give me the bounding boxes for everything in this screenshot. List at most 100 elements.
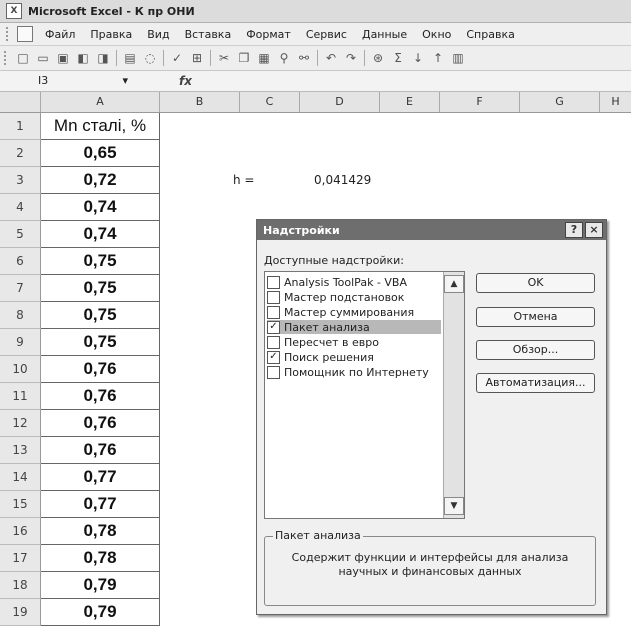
checkbox[interactable] <box>267 335 280 349</box>
column-header-h[interactable]: H <box>600 92 631 112</box>
cell-a[interactable]: 0,75 <box>41 248 160 275</box>
scroll-down-icon[interactable]: ▼ <box>444 497 464 515</box>
row-header[interactable]: 11 <box>0 383 41 410</box>
row-header[interactable]: 1 <box>0 113 41 140</box>
list-item[interactable]: ✓ Поиск решения <box>267 350 441 364</box>
cell-a[interactable]: 0,78 <box>41 518 160 545</box>
permission-icon[interactable]: ◧ <box>75 50 91 66</box>
menu-window[interactable]: Окно <box>422 28 451 41</box>
name-box[interactable]: I3 ▾ <box>38 73 134 89</box>
cell-h-value[interactable]: 0,041429 <box>314 173 371 187</box>
menu-format[interactable]: Формат <box>246 28 291 41</box>
close-button[interactable]: × <box>585 222 603 238</box>
cell-a[interactable]: 0,72 <box>41 167 160 194</box>
function-icon[interactable]: fx <box>179 74 192 88</box>
copy-icon[interactable]: ❐ <box>236 50 252 66</box>
research-icon[interactable]: ⊞ <box>189 50 205 66</box>
list-item[interactable]: Analysis ToolPak - VBA <box>267 275 441 289</box>
print-icon[interactable]: ▤ <box>122 50 138 66</box>
row-header[interactable]: 12 <box>0 410 41 437</box>
cell-a[interactable]: 0,76 <box>41 437 160 464</box>
list-item[interactable]: Мастер суммирования <box>267 305 441 319</box>
autosum-icon[interactable]: Σ <box>390 50 406 66</box>
cell-a[interactable]: 0,78 <box>41 545 160 572</box>
column-header-f[interactable]: F <box>440 92 520 112</box>
cancel-button[interactable]: Отмена <box>476 307 595 327</box>
row-header[interactable]: 4 <box>0 194 41 221</box>
row-header[interactable]: 6 <box>0 248 41 275</box>
menu-insert[interactable]: Вставка <box>185 28 232 41</box>
document-icon[interactable] <box>17 26 33 42</box>
menu-data[interactable]: Данные <box>362 28 407 41</box>
cell-a[interactable]: 0,77 <box>41 491 160 518</box>
sort-ascending-icon[interactable]: ↓ <box>410 50 426 66</box>
row-header[interactable]: 8 <box>0 302 41 329</box>
scrollbar[interactable]: ▲ ▼ <box>443 272 464 518</box>
cell-a[interactable]: 0,79 <box>41 572 160 599</box>
checkbox[interactable] <box>267 305 280 319</box>
cell-a[interactable]: 0,75 <box>41 302 160 329</box>
row-header[interactable]: 10 <box>0 356 41 383</box>
cell-a[interactable]: 0,76 <box>41 383 160 410</box>
toolbar-grip-icon[interactable] <box>4 51 9 65</box>
column-header-b[interactable]: B <box>160 92 240 112</box>
column-header-d[interactable]: D <box>300 92 380 112</box>
cell-a[interactable]: 0,76 <box>41 410 160 437</box>
list-item-selected[interactable]: ✓ Пакет анализа <box>267 320 441 334</box>
menu-view[interactable]: Вид <box>147 28 169 41</box>
column-header-c[interactable]: C <box>240 92 300 112</box>
row-header[interactable]: 19 <box>0 599 41 626</box>
row-header[interactable]: 15 <box>0 491 41 518</box>
undo-icon[interactable]: ↶ <box>323 50 339 66</box>
toolbar-grip-icon[interactable] <box>6 27 11 41</box>
chevron-down-icon[interactable]: ▾ <box>122 73 128 89</box>
row-header[interactable]: 9 <box>0 329 41 356</box>
save-icon[interactable]: ▣ <box>55 50 71 66</box>
checkbox[interactable]: ✓ <box>267 320 280 334</box>
menu-help[interactable]: Справка <box>466 28 514 41</box>
row-header[interactable]: 16 <box>0 518 41 545</box>
print-preview-icon[interactable]: ◌ <box>142 50 158 66</box>
cell-a[interactable]: 0,79 <box>41 599 160 626</box>
open-icon[interactable]: ▭ <box>35 50 51 66</box>
spelling-icon[interactable]: ✓ <box>169 50 185 66</box>
find-icon[interactable]: ⚯ <box>296 50 312 66</box>
browse-button[interactable]: Обзор... <box>476 340 595 360</box>
email-icon[interactable]: ◨ <box>95 50 111 66</box>
list-item[interactable]: Пересчет в евро <box>267 335 441 349</box>
addins-listbox[interactable]: Analysis ToolPak - VBA Мастер подстаново… <box>264 271 465 519</box>
menu-tools[interactable]: Сервис <box>306 28 347 41</box>
row-header[interactable]: 13 <box>0 437 41 464</box>
sort-descending-icon[interactable]: ↑ <box>430 50 446 66</box>
ok-button[interactable]: OK <box>476 273 595 293</box>
select-all-corner[interactable] <box>0 92 41 112</box>
list-item[interactable]: Мастер подстановок <box>267 290 441 304</box>
column-header-g[interactable]: G <box>520 92 600 112</box>
cell-a[interactable]: 0,74 <box>41 221 160 248</box>
cell-a[interactable]: 0,74 <box>41 194 160 221</box>
menu-edit[interactable]: Правка <box>90 28 132 41</box>
cut-icon[interactable]: ✂ <box>216 50 232 66</box>
automation-button[interactable]: Автоматизация... <box>476 373 595 393</box>
hyperlink-icon[interactable]: ⊛ <box>370 50 386 66</box>
cell-a[interactable]: 0,75 <box>41 275 160 302</box>
checkbox[interactable] <box>267 365 280 379</box>
redo-icon[interactable]: ↷ <box>343 50 359 66</box>
row-header[interactable]: 17 <box>0 545 41 572</box>
checkbox[interactable] <box>267 275 280 289</box>
paste-icon[interactable]: ▦ <box>256 50 272 66</box>
row-header[interactable]: 3 <box>0 167 41 194</box>
cell-a1[interactable]: Mn сталі, % <box>41 113 160 140</box>
row-header[interactable]: 18 <box>0 572 41 599</box>
help-button[interactable]: ? <box>565 222 583 238</box>
row-header[interactable]: 7 <box>0 275 41 302</box>
cell-a[interactable]: 0,77 <box>41 464 160 491</box>
column-header-e[interactable]: E <box>380 92 440 112</box>
cell-h-label[interactable]: h = <box>233 173 254 187</box>
cell-a[interactable]: 0,65 <box>41 140 160 167</box>
column-header-a[interactable]: A <box>41 92 160 112</box>
row-header[interactable]: 5 <box>0 221 41 248</box>
scroll-up-icon[interactable]: ▲ <box>444 275 464 293</box>
checkbox[interactable]: ✓ <box>267 350 280 364</box>
row-header[interactable]: 2 <box>0 140 41 167</box>
